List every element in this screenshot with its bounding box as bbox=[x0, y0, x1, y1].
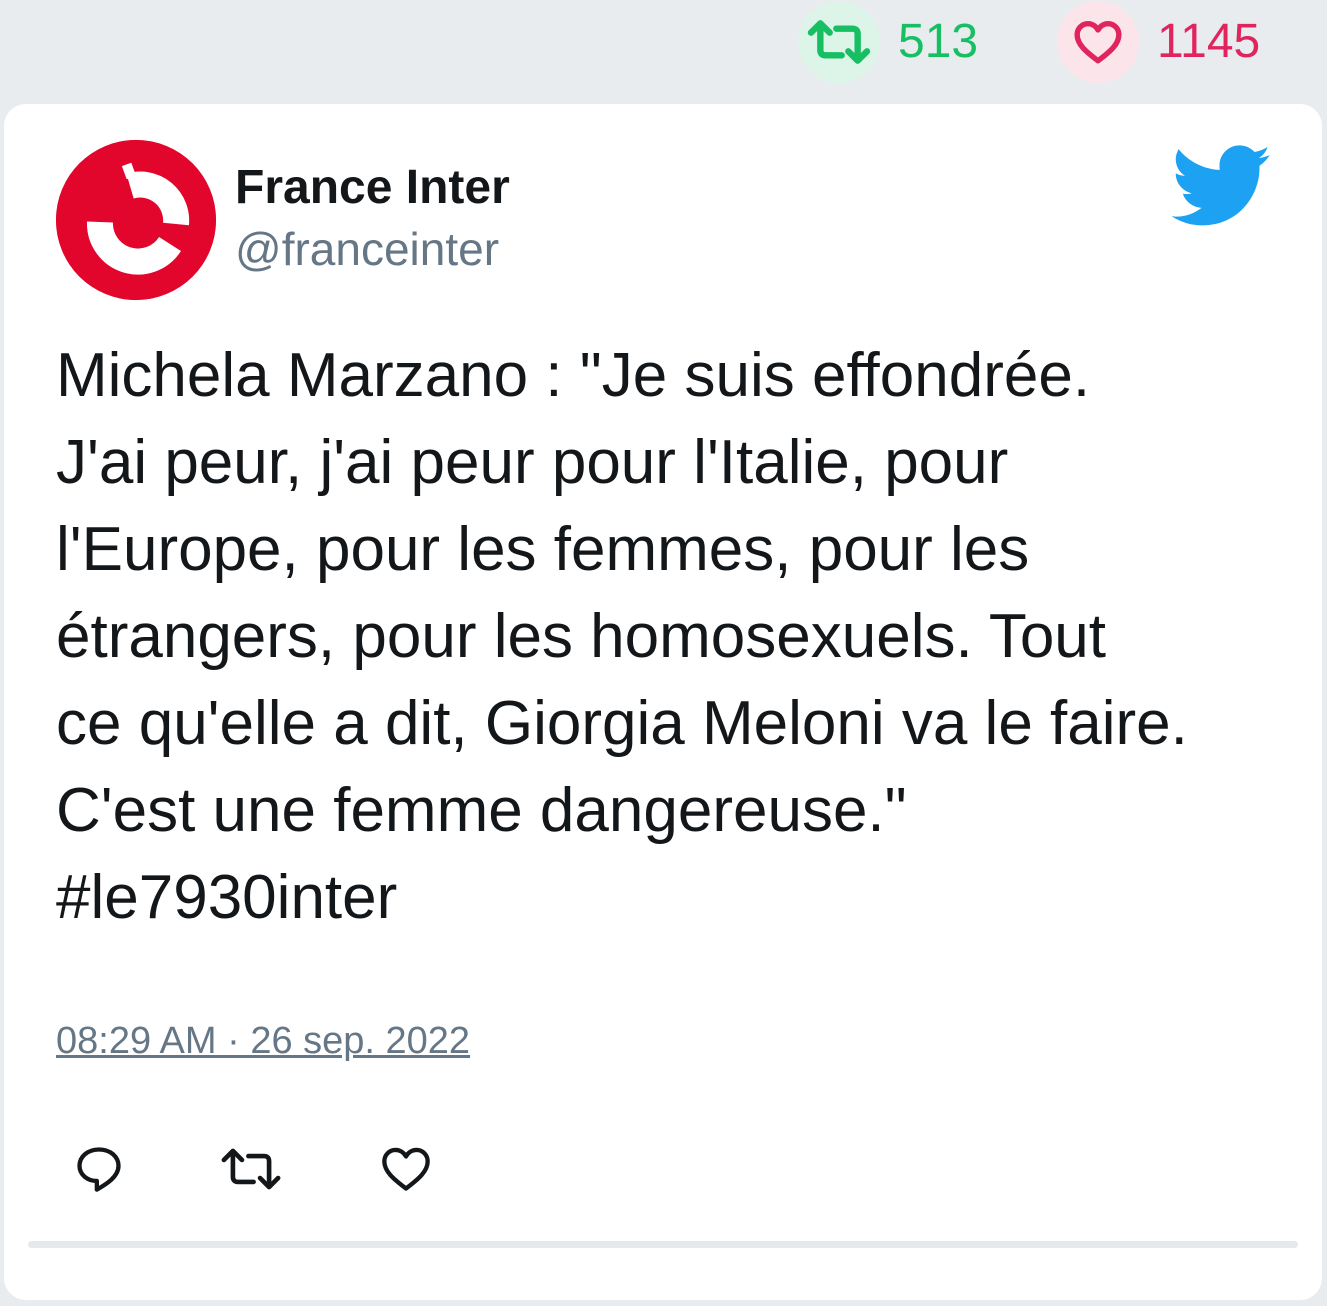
twitter-bird-icon[interactable] bbox=[1171, 144, 1272, 230]
retweet-icon bbox=[798, 1, 880, 83]
retweet-count: 513 bbox=[898, 15, 979, 68]
like-count: 1145 bbox=[1157, 15, 1261, 68]
heart-icon bbox=[1057, 1, 1139, 83]
retweet-stat[interactable]: 513 bbox=[798, 1, 979, 83]
tweet-text-line: J'ai peur, j'ai peur pour l'Italie, pour bbox=[56, 428, 1009, 497]
hashtag-link[interactable]: #le7930inter bbox=[56, 854, 1296, 941]
tweet-actions bbox=[4, 1134, 1322, 1204]
tweet-text-line: étrangers, pour les homosexuels. Tout bbox=[56, 602, 1107, 671]
france-inter-logo bbox=[56, 140, 216, 300]
like-button[interactable] bbox=[371, 1134, 441, 1204]
tweet-text-line: ce qu'elle a dit, Giorgia Meloni va le f… bbox=[56, 689, 1188, 758]
engagement-stats-bar: 513 1145 bbox=[0, 0, 1327, 100]
tweet-text: Michela Marzano : "Je suis effondrée. J'… bbox=[56, 332, 1296, 941]
retweet-button[interactable] bbox=[216, 1134, 286, 1204]
tweet-text-line: C'est une femme dangereuse." bbox=[56, 776, 907, 845]
display-name[interactable]: France Inter bbox=[235, 160, 510, 215]
tweet-text-line: Michela Marzano : "Je suis effondrée. bbox=[56, 341, 1091, 410]
like-stat[interactable]: 1145 bbox=[1057, 1, 1261, 83]
tweet-card: France Inter @franceinter Michela Marzan… bbox=[4, 104, 1322, 1300]
divider bbox=[28, 1241, 1298, 1248]
retweet-icon bbox=[221, 1148, 281, 1190]
reply-icon bbox=[77, 1147, 121, 1192]
user-handle[interactable]: @franceinter bbox=[235, 222, 499, 276]
heart-icon bbox=[382, 1147, 430, 1191]
reply-button[interactable] bbox=[64, 1134, 134, 1204]
tweet-timestamp-link[interactable]: 08:29 AM · 26 sep. 2022 bbox=[56, 1020, 470, 1063]
avatar[interactable] bbox=[56, 140, 216, 300]
tweet-text-line: l'Europe, pour les femmes, pour les bbox=[56, 515, 1030, 584]
